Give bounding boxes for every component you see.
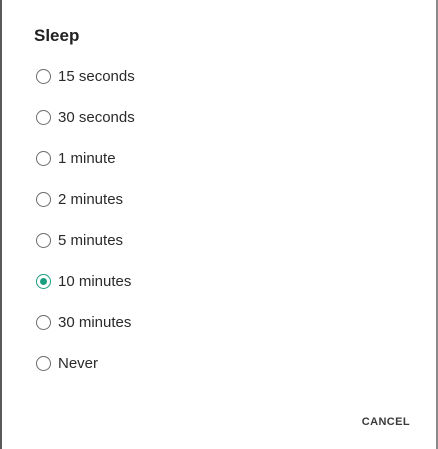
option-label: 30 seconds: [58, 109, 135, 126]
radio-button[interactable]: [36, 151, 51, 166]
sleep-option-15-seconds[interactable]: 15 seconds: [36, 56, 416, 97]
option-label: 10 minutes: [58, 273, 132, 290]
sleep-option-30-seconds[interactable]: 30 seconds: [36, 97, 416, 138]
option-label: Never: [58, 355, 99, 372]
sleep-options-radio-group: 15 seconds 30 seconds 1 minute 2 minutes…: [36, 56, 416, 384]
sleep-option-2-minutes[interactable]: 2 minutes: [36, 179, 416, 220]
dialog-actions: CANCEL: [356, 412, 416, 432]
option-label: 30 minutes: [58, 314, 132, 331]
option-label: 5 minutes: [58, 232, 124, 249]
cancel-button[interactable]: CANCEL: [356, 412, 416, 432]
sleep-dialog: Sleep 15 seconds 30 seconds 1 minute 2 m…: [0, 0, 438, 449]
sleep-option-never[interactable]: Never: [36, 343, 416, 384]
option-label: 1 minute: [58, 150, 116, 167]
radio-button[interactable]: [36, 110, 51, 125]
radio-button[interactable]: [36, 315, 51, 330]
radio-button[interactable]: [36, 233, 51, 248]
sleep-option-10-minutes[interactable]: 10 minutes: [36, 261, 416, 302]
radio-button[interactable]: [36, 69, 51, 84]
sleep-option-5-minutes[interactable]: 5 minutes: [36, 220, 416, 261]
radio-button[interactable]: [36, 192, 51, 207]
sleep-option-1-minute[interactable]: 1 minute: [36, 138, 416, 179]
radio-button[interactable]: [36, 274, 51, 289]
sleep-option-30-minutes[interactable]: 30 minutes: [36, 302, 416, 343]
radio-button[interactable]: [36, 356, 51, 371]
option-label: 15 seconds: [58, 68, 135, 85]
option-label: 2 minutes: [58, 191, 124, 208]
dialog-title: Sleep: [34, 26, 80, 45]
